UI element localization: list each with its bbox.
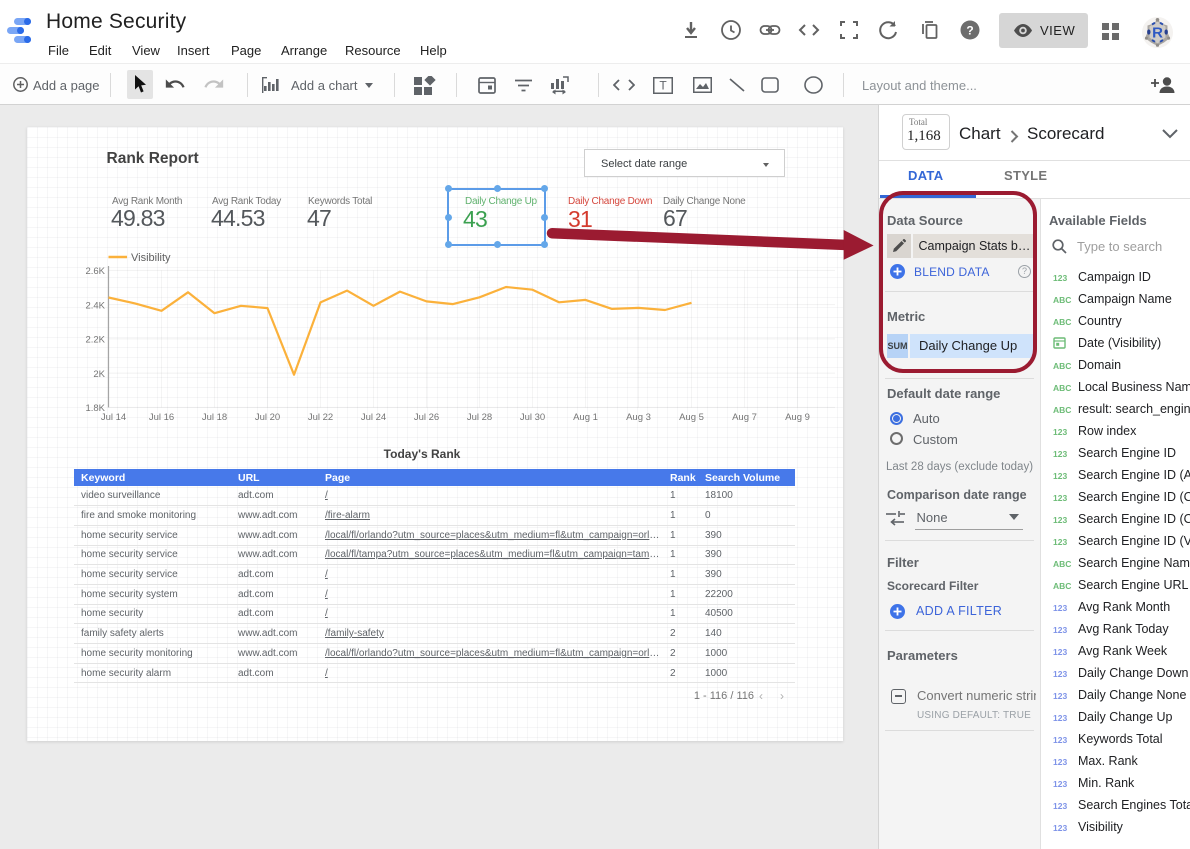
svg-text:Aug 7: Aug 7 <box>732 412 757 423</box>
svg-text:Aug 9: Aug 9 <box>785 412 810 423</box>
svg-text:Jul 18: Jul 18 <box>202 412 227 423</box>
svg-text:Jul 24: Jul 24 <box>361 412 386 423</box>
svg-text:Jul 14: Jul 14 <box>101 412 126 423</box>
svg-text:Jul 22: Jul 22 <box>308 412 333 423</box>
svg-text:R: R <box>1152 25 1163 42</box>
svg-text:2K: 2K <box>93 369 105 380</box>
svg-text:Aug 5: Aug 5 <box>679 412 704 423</box>
svg-text:2.2K: 2.2K <box>85 335 105 346</box>
svg-text:Aug 1: Aug 1 <box>573 412 598 423</box>
svg-text:T: T <box>659 79 667 93</box>
svg-text:Aug 3: Aug 3 <box>626 412 651 423</box>
svg-text:2.4K: 2.4K <box>85 300 105 311</box>
svg-text:Jul 30: Jul 30 <box>520 412 545 423</box>
svg-text:Jul 28: Jul 28 <box>467 412 492 423</box>
svg-text:?: ? <box>966 24 973 38</box>
svg-text:Jul 20: Jul 20 <box>255 412 280 423</box>
svg-text:Visibility: Visibility <box>131 252 171 264</box>
svg-text:Jul 16: Jul 16 <box>149 412 174 423</box>
svg-text:2.6K: 2.6K <box>85 266 105 277</box>
svg-text:Jul 26: Jul 26 <box>414 412 439 423</box>
